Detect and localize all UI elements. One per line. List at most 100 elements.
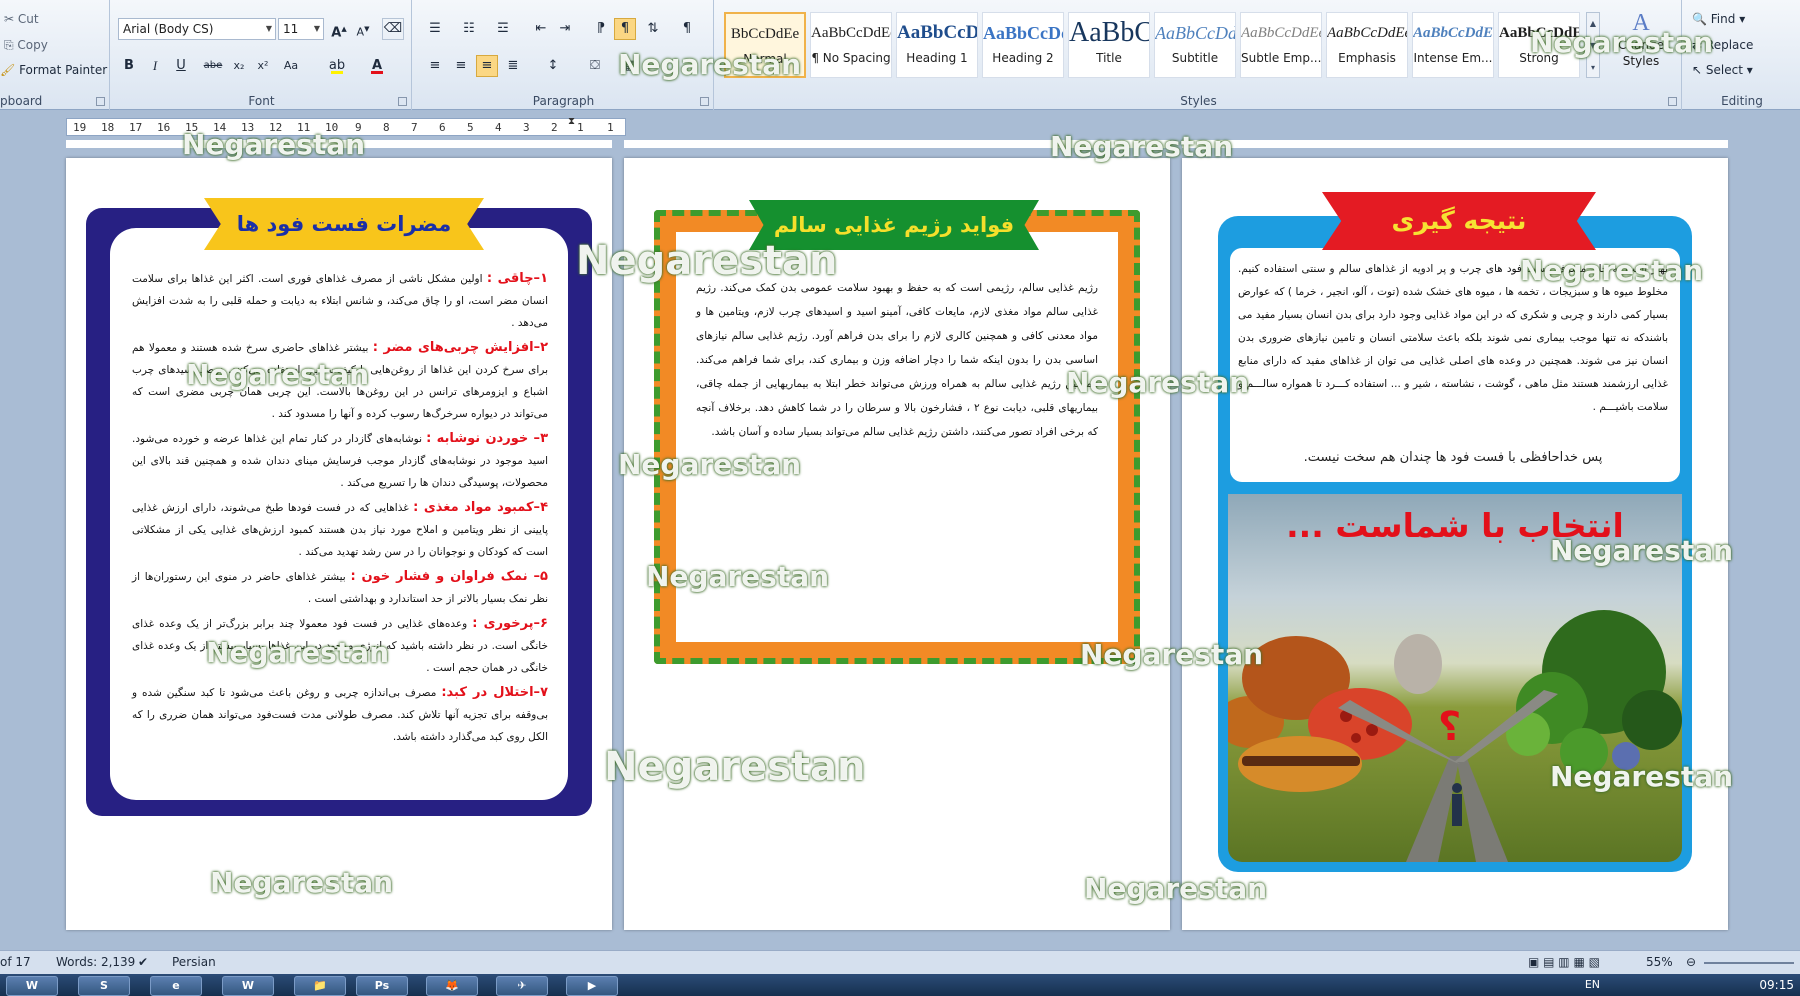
grow-font-button[interactable]: A▲ (328, 18, 350, 40)
clipboard-launcher[interactable] (96, 97, 105, 106)
select-button[interactable]: ↖ Select ▾ (1692, 63, 1753, 77)
page-title: نتیجه گیری (1322, 192, 1596, 250)
taskbar-app-word-2[interactable]: W (222, 976, 274, 996)
taskbar-app-firefox[interactable]: 🦊 (426, 976, 478, 996)
view-buttons[interactable]: ▣ ▤ ▥ ▦ ▧ (1528, 955, 1600, 969)
style-normal[interactable]: BbCcDdEe Normal (724, 12, 806, 78)
styles-launcher[interactable] (1668, 97, 1677, 106)
multilevel-list-button[interactable]: ☲ (492, 18, 514, 40)
italic-button[interactable]: I (144, 55, 166, 77)
rtl-button[interactable]: ¶ (614, 18, 636, 40)
outdent-icon: ⇤ (535, 21, 547, 36)
horizontal-ruler[interactable]: 19 18 17 16 15 14 13 12 11 10 9 8 7 6 5 … (66, 118, 626, 136)
taskbar-app-telegram[interactable]: ✈ (496, 976, 548, 996)
style-subtle-emphasis[interactable]: AaBbCcDdEe Subtle Emp... (1240, 12, 1322, 78)
taskbar-app-media[interactable]: ▶ (566, 976, 618, 996)
zoom-out-button[interactable]: ⊖ (1686, 955, 1696, 969)
zoom-level[interactable]: 55% (1646, 955, 1673, 969)
justify-button[interactable]: ≣ (502, 55, 524, 77)
previous-page-edge (66, 140, 612, 148)
style-heading-2[interactable]: AaBbCcDdEe Heading 2 (982, 12, 1064, 78)
change-styles-label: Change Styles (1618, 38, 1664, 68)
ruler-tick: 8 (383, 121, 390, 134)
style-no-spacing[interactable]: AaBbCcDdEe ¶ No Spacing (810, 12, 892, 78)
borders-button[interactable]: ▦ (620, 55, 642, 77)
highlight-button[interactable]: ab (326, 55, 348, 77)
taskbar-app-photoshop[interactable]: Ps (356, 976, 408, 996)
numbering-button[interactable]: ☷ (458, 18, 480, 40)
page-right[interactable]: نتیجه گیری بهتر است به جای مصرف فست فود … (1182, 158, 1728, 930)
style-intense-emphasis[interactable]: AaBbCcDdEe Intense Em... (1412, 12, 1494, 78)
strikethrough-button[interactable]: abe (202, 55, 224, 77)
indent-marker-icon[interactable]: ⧗ (568, 116, 575, 127)
font-launcher[interactable] (398, 97, 407, 106)
style-title[interactable]: AaBbCcDdEe Title (1068, 12, 1150, 78)
change-styles-button[interactable]: A Change Styles (1606, 10, 1676, 69)
list-item: ۶–پرخوری : وعده‌های غذایی در فست فود معم… (132, 613, 548, 679)
page-count[interactable]: of 17 (0, 955, 31, 969)
multilevel-list-icon: ☲ (497, 21, 509, 36)
copy-button[interactable]: ⎘ Copy (4, 38, 48, 53)
shrink-font-button[interactable]: A▼ (352, 18, 374, 40)
language-indicator[interactable]: Persian (172, 955, 216, 969)
increase-indent-button[interactable]: ⇥ (554, 18, 576, 40)
page-middle[interactable]: فواید رژیم غذایی سالم رژیم غذایی سالم، ر… (624, 158, 1170, 930)
word-count[interactable]: Words: 2,139 (56, 955, 135, 969)
page-title: فواید رژیم غذایی سالم (749, 200, 1039, 250)
bold-button[interactable]: B (118, 55, 140, 77)
style-heading-1[interactable]: AaBbCcDdEe Heading 1 (896, 12, 978, 78)
replace-button[interactable]: ⇄ Replace (1692, 38, 1753, 52)
item-heading: ۵– نمک فراوان و فشار خون : (350, 569, 548, 584)
ruler-tick: 14 (213, 121, 227, 134)
taskbar-app-explorer[interactable]: 📁 (294, 976, 346, 996)
clear-formatting-button[interactable]: ⌫ (382, 18, 404, 40)
decrease-indent-button[interactable]: ⇤ (530, 18, 552, 40)
page-title: مضرات فست فود ها (204, 198, 484, 250)
taskbar-app-skype[interactable]: S (78, 976, 130, 996)
proofing-icon[interactable]: ✔ (138, 955, 148, 969)
sort-icon: ⇅ (647, 21, 659, 36)
clock[interactable]: 09:15 (1759, 978, 1794, 992)
underline-button[interactable]: U (170, 55, 192, 77)
style-emphasis[interactable]: AaBbCcDdEe Emphasis (1326, 12, 1408, 78)
ltr-button[interactable]: ⁋ (590, 18, 612, 40)
font-name-dropdown[interactable]: Arial (Body CS) ▼ (118, 18, 276, 40)
change-case-button[interactable]: Aa (278, 55, 304, 77)
list-item: ۱–چاقی : اولین مشکل ناشی از مصرف غذاهای … (132, 268, 548, 334)
font-color-button[interactable]: A (366, 55, 388, 77)
zoom-slider[interactable] (1704, 962, 1794, 964)
show-marks-button[interactable]: ¶ (676, 18, 698, 40)
line-spacing-button[interactable]: ↕ (542, 55, 564, 77)
list-item: ۷–اختلال در کبد: مصرف بی‌اندازه چربی و ر… (132, 682, 548, 748)
cursor-icon: ↖ (1692, 63, 1703, 77)
font-size-dropdown[interactable]: 11 ▼ (278, 18, 324, 40)
style-subtitle[interactable]: AaBbCcDdEe Subtitle (1154, 12, 1236, 78)
shading-button[interactable]: ⛋ (584, 55, 606, 77)
ruler-tick: 1 (607, 121, 614, 134)
style-sample: AaBbCcDdEe (811, 25, 892, 41)
sort-button[interactable]: ⇅ (642, 18, 664, 40)
align-left-button[interactable]: ≡ (424, 55, 446, 77)
superscript-button[interactable]: x² (252, 55, 274, 77)
cut-button[interactable]: ✂ Cut (4, 12, 39, 26)
align-center-button[interactable]: ≡ (450, 55, 472, 77)
taskbar: W S e W 📁 Ps 🦊 ✈ ▶ EN 09:15 (0, 974, 1800, 996)
page-left[interactable]: مضرات فست فود ها ۱–چاقی : اولین مشکل ناش… (66, 158, 612, 930)
subscript-button[interactable]: x₂ (228, 55, 250, 77)
format-painter-button[interactable]: 🖌 Format Painter (0, 63, 107, 77)
ruler-tick: 1 (577, 121, 584, 134)
style-name: Emphasis (1338, 51, 1396, 65)
align-right-button[interactable]: ≡ (476, 55, 498, 77)
style-strong[interactable]: AaBbCcDdEe Strong (1498, 12, 1580, 78)
bullets-button[interactable]: ☰ (424, 18, 446, 40)
paragraph-launcher[interactable] (700, 97, 709, 106)
styles-scroll[interactable]: ▲ ▼ ▾ (1586, 12, 1600, 78)
style-sample: AaBbCcDdEe (983, 23, 1063, 43)
language-bar[interactable]: EN (1585, 978, 1600, 991)
clipboard-group-label: pboard (0, 94, 43, 108)
taskbar-app-word[interactable]: W (6, 976, 58, 996)
copy-label: Copy (17, 38, 48, 52)
find-button[interactable]: 🔍 Find ▾ (1692, 12, 1745, 26)
taskbar-app-ie[interactable]: e (150, 976, 202, 996)
style-name: Heading 1 (906, 51, 968, 65)
